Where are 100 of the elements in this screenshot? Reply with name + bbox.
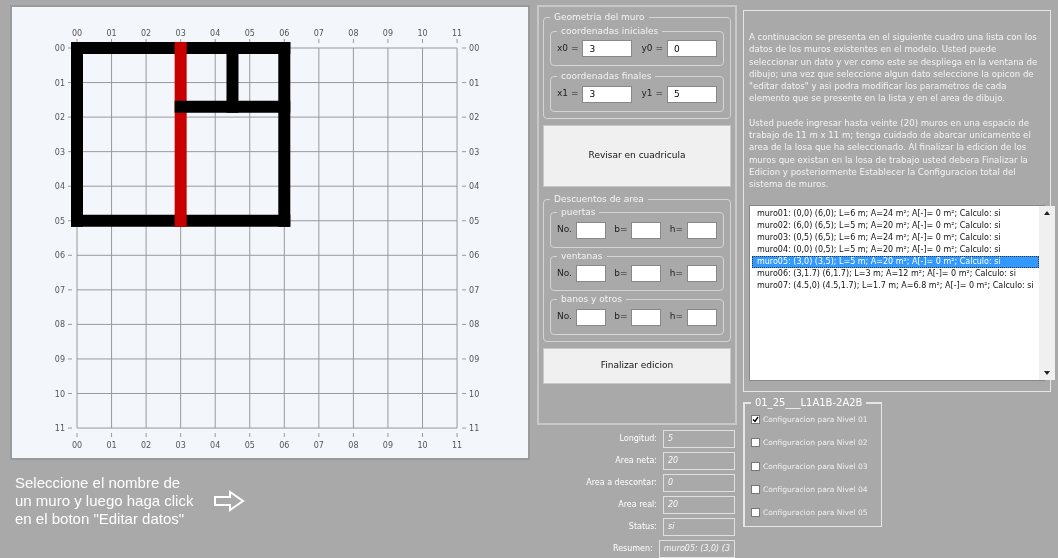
axis-label: 11 — [451, 29, 463, 38]
axis-label: 01 — [106, 29, 117, 38]
axis-label: 03 — [469, 147, 480, 157]
field-label: h= — [669, 310, 683, 324]
axis-label: 11 — [451, 441, 463, 451]
axis-label: 01 — [469, 78, 480, 88]
field-label: Area neta: — [615, 455, 657, 467]
axis-label: 10 — [417, 29, 428, 38]
axis-label: 08 — [54, 320, 65, 330]
finish-edit-button[interactable]: Finalizar edicion — [543, 347, 731, 384]
axis-label: 09 — [382, 29, 394, 38]
checkbox[interactable] — [751, 484, 760, 494]
group-legend: coordenadas finales — [561, 71, 652, 81]
wall-list-item[interactable]: muro07: (4.5,0) (4.5,1.7); L=1.7 m; A=6.8 m²; A[-]= 0 m²; Calculo: si — [752, 279, 1039, 292]
axis-label: 09 — [54, 354, 65, 364]
input-field[interactable] — [687, 308, 717, 326]
field-label: x0 = — [557, 41, 579, 55]
field-label: Longitud: — [619, 433, 657, 445]
input-field[interactable] — [575, 221, 606, 239]
info-paragraph: A continuacion se presenta en el siguiente cuadro una lista con los datos de los muros existentes en el modelo. Usted puede seleccionar un dato y ver como este se despliega en la ventana de dibujo; una vez que seleccione algun dato seleccione la opicon de "editar datos" y asi podra modificar los parametros de cada elemento que se presente en la lista y en el area de dibujo. — [749, 31, 1039, 105]
group-legend: banos y otros — [561, 294, 622, 304]
axis-label: 06 — [54, 251, 65, 261]
input-field[interactable] — [631, 221, 662, 239]
axis-label: 11 — [54, 424, 65, 434]
input-field[interactable] — [687, 265, 717, 282]
input-field[interactable] — [575, 265, 606, 282]
wall-list-item[interactable]: muro01: (0,0) (6,0); L=6 m; A=24 m²; A[-]= 0 m²; Calculo: si — [752, 207, 1039, 220]
field-label: No. — [557, 266, 572, 280]
axis-label: 01 — [106, 441, 117, 451]
axis-label: 07 — [313, 29, 324, 38]
checkbox[interactable] — [751, 508, 760, 518]
axis-label: 04 — [54, 182, 65, 192]
checkbox[interactable] — [751, 438, 760, 448]
axis-label: 08 — [348, 441, 359, 451]
axis-label: 05 — [469, 216, 480, 226]
hint-text: Seleccione el nombre de un muro y luego haga click en el boton "Editar datos" — [15, 474, 195, 528]
field-label: Resumen: — [612, 543, 653, 555]
input-field[interactable] — [575, 308, 606, 326]
checkbox[interactable] — [751, 415, 760, 425]
axis-label: 09 — [382, 441, 394, 451]
group-legend: Descuentos de area — [554, 193, 644, 204]
axis-label: 06 — [279, 29, 290, 38]
wall-list-item[interactable]: muro06: (3,1.7) (6,1.7); L=3 m; A=12 m²; A[-]= 0 m²; Calculo: si — [752, 267, 1039, 280]
axis-label: 07 — [313, 441, 324, 451]
group-legend: puertas — [561, 207, 596, 217]
group-legend: Geometria del muro — [554, 12, 645, 22]
field-label: Area a descontar: — [586, 477, 657, 489]
axis-label: 10 — [54, 389, 65, 399]
field-label: Status: — [628, 521, 657, 533]
axis-label: 00 — [71, 441, 83, 451]
coordinate-field[interactable]: 3 — [582, 85, 633, 103]
axis-label: 04 — [210, 441, 221, 451]
group-legend: 01_25___L1A1B-2A2B — [755, 397, 863, 408]
axis-label: 08 — [348, 29, 359, 38]
group-legend: ventanas — [561, 250, 603, 261]
axis-label: 01 — [54, 78, 65, 88]
input-field[interactable] — [687, 221, 717, 239]
field-label: x1 = — [557, 87, 579, 101]
checkbox[interactable] — [751, 461, 760, 471]
axis-label: 04 — [469, 182, 480, 192]
axis-label: 07 — [469, 285, 480, 295]
scrollbar[interactable] — [1038, 205, 1055, 380]
axis-label: 10 — [469, 389, 480, 399]
input-field[interactable] — [631, 265, 662, 282]
axis-label: 08 — [469, 320, 480, 330]
axis-label: 11 — [469, 424, 480, 434]
field-label: h= — [669, 223, 683, 237]
coordinate-field[interactable]: 3 — [582, 40, 633, 57]
wall-list-item[interactable]: muro04: (0,0) (0,5); L=5 m; A=20 m²; A[-]= 0 m²; Calculo: si — [752, 243, 1039, 256]
axis-label: 06 — [279, 441, 290, 451]
axis-label: 03 — [175, 29, 186, 38]
field-label: y0 = — [641, 41, 663, 55]
input-field[interactable] — [631, 308, 662, 326]
axis-label: 03 — [54, 147, 65, 157]
wall-list-item[interactable]: muro02: (6,0) (6,5); L=5 m; A=20 m²; A[-]= 0 m²; Calculo: si — [752, 219, 1039, 232]
axis-label: 00 — [54, 44, 65, 53]
axis-label: 05 — [54, 216, 65, 226]
field-label: Area real: — [618, 499, 657, 511]
arrow-right-icon — [213, 490, 245, 512]
axis-label: 07 — [54, 285, 65, 295]
group-legend: coordenadas iniciales — [561, 25, 659, 36]
axis-label: 02 — [54, 113, 65, 123]
axis-label: 00 — [469, 44, 480, 53]
field-label: b= — [614, 310, 628, 324]
axis-label: 02 — [141, 441, 152, 451]
check-grid-button[interactable]: Revisar en cuadricula — [543, 124, 731, 187]
axis-label: 02 — [141, 29, 152, 38]
axis-label: 00 — [71, 29, 83, 38]
wall-list-item[interactable]: muro03: (0,5) (6,5); L=6 m; A=24 m²; A[-]= 0 m²; Calculo: si — [752, 231, 1039, 244]
axis-label: 09 — [469, 354, 480, 364]
field-label: b= — [614, 266, 628, 280]
field-label: b= — [614, 223, 628, 237]
coordinate-field[interactable]: 5 — [667, 85, 717, 103]
axis-label: 05 — [244, 29, 255, 38]
field-label: No. — [557, 310, 572, 324]
axis-label: 06 — [469, 251, 480, 261]
coordinate-field[interactable]: 0 — [667, 40, 717, 57]
field-label: h= — [669, 266, 683, 280]
axis-label: 02 — [469, 113, 480, 123]
axis-label: 05 — [244, 441, 255, 451]
